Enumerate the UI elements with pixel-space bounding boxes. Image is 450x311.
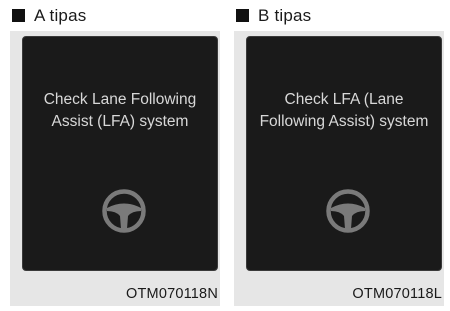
figure-code: OTM070118N xyxy=(126,286,218,302)
figure-code: OTM070118L xyxy=(352,286,442,302)
steering-wheel-icon xyxy=(102,189,146,233)
warning-message: Check Lane Following Assist (LFA) system xyxy=(43,91,197,130)
warning-message: Check LFA (Lane Following Assist) system xyxy=(259,91,429,130)
panel-type-b: B tipas Check LFA (Lane Following Assist… xyxy=(234,0,444,306)
cluster-display: Check LFA (Lane Following Assist) system xyxy=(246,36,442,271)
panel-header: A tipas xyxy=(10,0,220,31)
panel-header: B tipas xyxy=(234,0,444,31)
black-square-bullet xyxy=(236,9,249,22)
black-square-bullet xyxy=(12,9,25,22)
steering-wheel-icon xyxy=(326,189,370,233)
cluster-display: Check Lane Following Assist (LFA) system xyxy=(22,36,218,271)
panel-title: A tipas xyxy=(34,5,87,25)
panel-title: B tipas xyxy=(258,5,312,25)
panel-type-a: A tipas Check Lane Following Assist (LFA… xyxy=(10,0,220,306)
